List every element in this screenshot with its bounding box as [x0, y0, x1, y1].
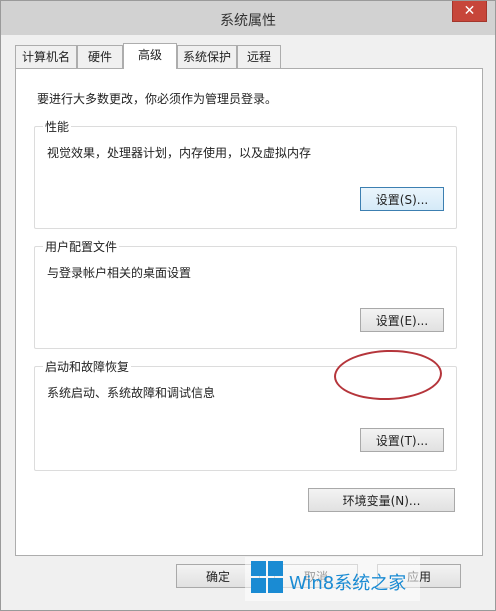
close-icon[interactable]: ✕: [452, 1, 487, 22]
user-profiles-settings-button[interactable]: 设置(E)...: [360, 308, 444, 332]
tab-remote[interactable]: 远程: [237, 45, 281, 68]
tab-advanced[interactable]: 高级: [123, 43, 177, 69]
startup-recovery-group-title: 启动和故障恢复: [43, 358, 132, 375]
startup-recovery-settings-button[interactable]: 设置(T)...: [360, 428, 444, 452]
performance-settings-button[interactable]: 设置(S)...: [360, 187, 444, 211]
windows-logo-icon: [251, 561, 285, 595]
title-bar[interactable]: 系统属性 ✕: [1, 1, 495, 35]
tab-computer-name[interactable]: 计算机名: [15, 45, 77, 68]
performance-group-title: 性能: [43, 118, 72, 135]
tab-system-protection[interactable]: 系统保护: [177, 45, 237, 68]
performance-group: 性能 视觉效果，处理器计划，内存使用，以及虚拟内存 设置(S)...: [34, 118, 457, 229]
watermark: Win8系统之家: [245, 557, 420, 601]
user-profiles-description: 与登录帐户相关的桌面设置: [47, 266, 192, 280]
advanced-tab-page: 要进行大多数更改，你必须作为管理员登录。 性能 视觉效果，处理器计划，内存使用，…: [15, 68, 483, 556]
user-profiles-group: 用户配置文件 与登录帐户相关的桌面设置 设置(E)...: [34, 238, 457, 349]
environment-variables-button[interactable]: 环境变量(N)...: [308, 488, 455, 512]
watermark-text: Win8系统之家: [289, 573, 407, 594]
performance-description: 视觉效果，处理器计划，内存使用，以及虚拟内存: [47, 146, 312, 160]
admin-notice: 要进行大多数更改，你必须作为管理员登录。: [37, 92, 278, 106]
user-profiles-group-title: 用户配置文件: [43, 238, 120, 255]
system-properties-window: 系统属性 ✕ 计算机名 硬件 高级 系统保护 远程 要进行大多数更改，你必须作为…: [0, 0, 496, 611]
window-title: 系统属性: [220, 13, 276, 29]
startup-recovery-description: 系统启动、系统故障和调试信息: [47, 386, 216, 400]
tab-hardware[interactable]: 硬件: [77, 45, 123, 68]
